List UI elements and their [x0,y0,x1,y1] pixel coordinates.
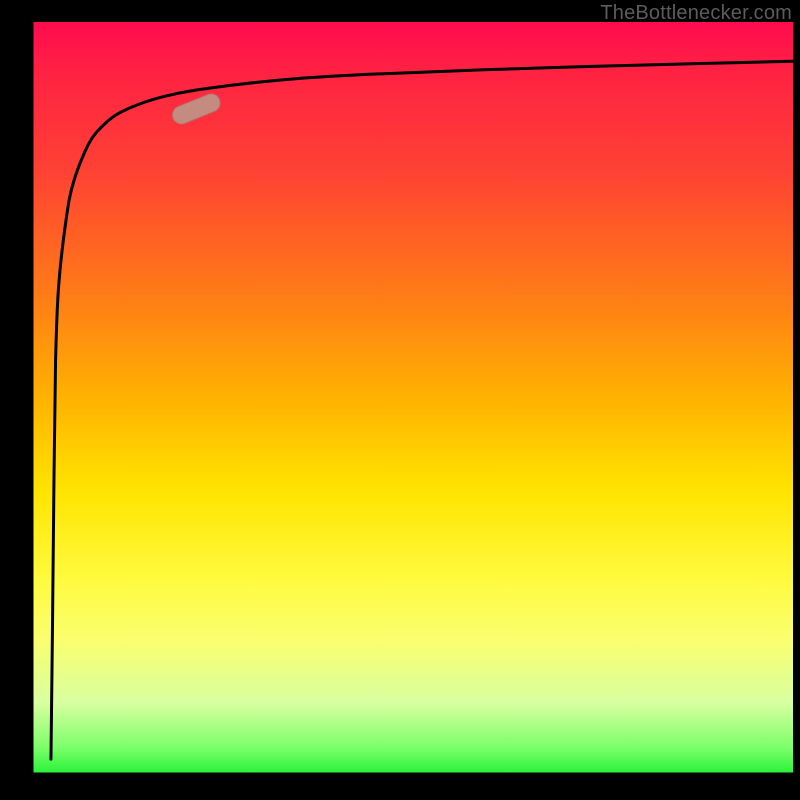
plot-gradient-background [28,22,793,778]
attribution-text: TheBottlenecker.com [600,2,792,25]
bottleneck-chart: TheBottlenecker.com [0,0,800,800]
